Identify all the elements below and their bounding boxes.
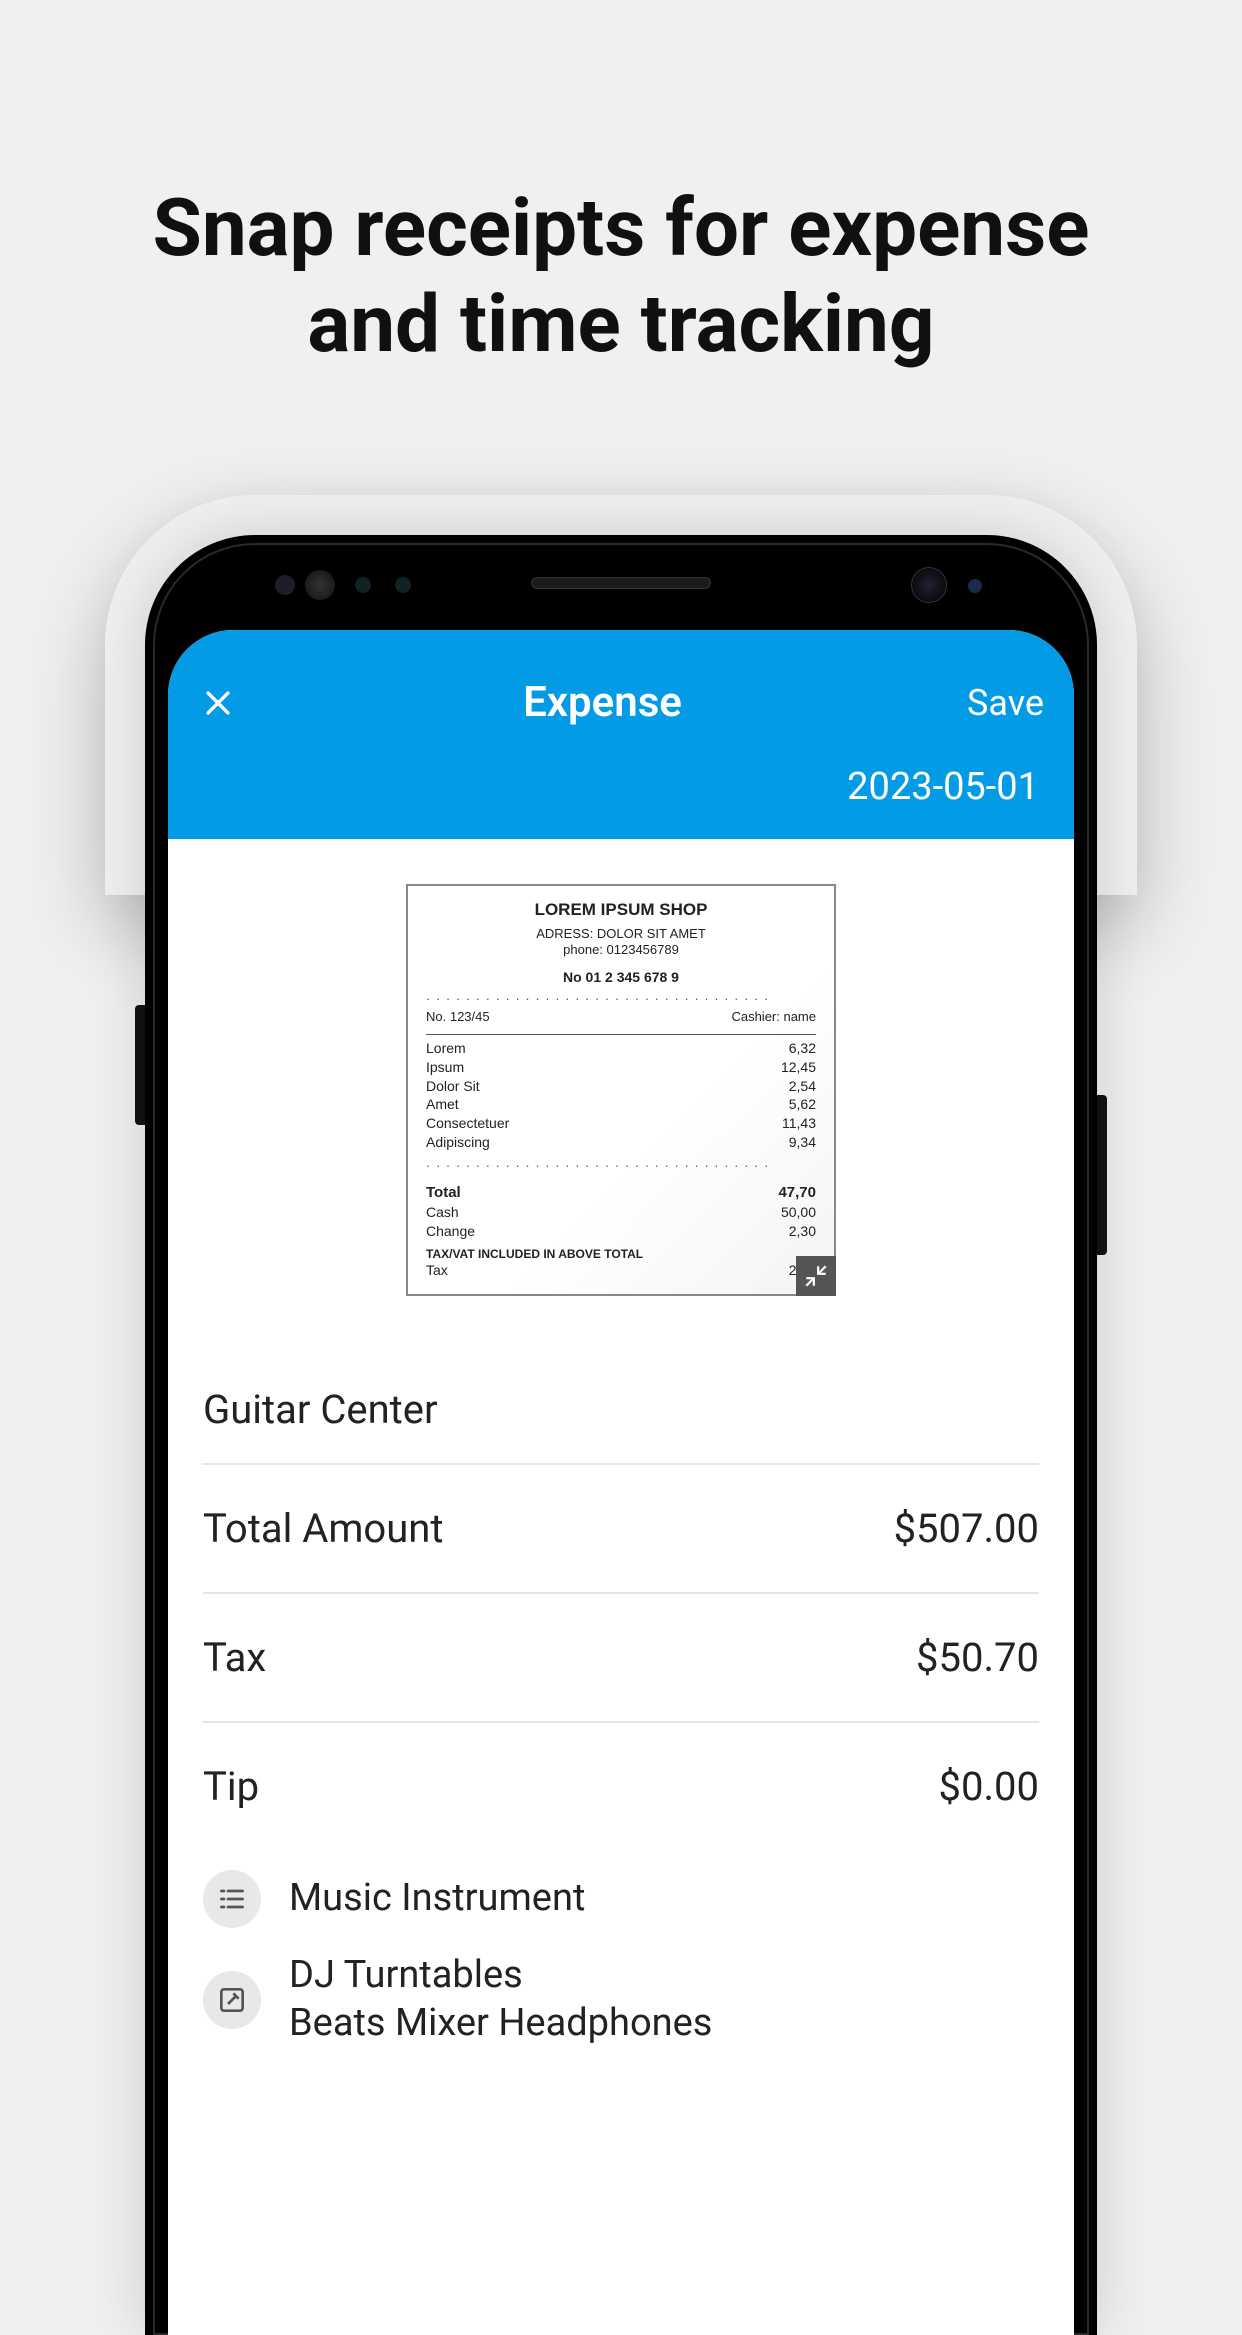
receipt-divider: · · · · · · · · · · · · · · · · · · · · … <box>426 1158 816 1173</box>
receipt-line-item: Amet5,62 <box>426 1095 816 1114</box>
expense-form: Guitar Center Total Amount $507.00 Tax $… <box>168 1336 1074 2051</box>
receipt-line-item: Lorem6,32 <box>426 1039 816 1058</box>
tip-value: $0.00 <box>939 1763 1039 1810</box>
receipt-tax-note: TAX/VAT INCLUDED IN ABOVE TOTAL <box>426 1247 816 1261</box>
receipt-address-line: ADRESS: DOLOR SIT AMET <box>536 926 706 941</box>
receipt-meta-row: No. 123/45 Cashier: name <box>426 1008 816 1026</box>
receipt-serial: No 01 2 345 678 9 <box>426 969 816 985</box>
close-button[interactable] <box>198 683 238 723</box>
expense-date[interactable]: 2023-05-01 <box>168 750 1074 839</box>
receipt-line-item: Dolor Sit2,54 <box>426 1077 816 1096</box>
app-header: Expense Save 2023-05-01 <box>168 630 1074 839</box>
description-line2: Beats Mixer Headphones <box>289 2001 712 2045</box>
tip-label: Tip <box>203 1763 259 1810</box>
description-row[interactable]: DJ Turntables Beats Mixer Headphones <box>203 1932 1039 2051</box>
category-row[interactable]: Music Instrument <box>203 1850 1039 1932</box>
sensor-led-icon <box>395 577 411 593</box>
phone-frame: Expense Save 2023-05-01 LOREM IPSUM SHOP… <box>145 535 1097 2335</box>
tax-label: Tax <box>203 1634 266 1681</box>
receipt-preview[interactable]: LOREM IPSUM SHOP ADRESS: DOLOR SIT AMET … <box>168 839 1074 1336</box>
total-amount-row[interactable]: Total Amount $507.00 <box>203 1465 1039 1594</box>
save-button[interactable]: Save <box>967 682 1044 724</box>
sensor-iris-icon <box>305 570 335 600</box>
side-button-left <box>135 1005 145 1125</box>
promo-headline-line1: Snap receipts for expense <box>153 181 1090 275</box>
screen-title: Expense <box>238 678 967 727</box>
front-camera-icon <box>911 567 947 603</box>
receipt-address: ADRESS: DOLOR SIT AMET phone: 0123456789 <box>426 926 816 957</box>
vendor-field[interactable]: Guitar Center <box>203 1336 1039 1465</box>
description-value: DJ Turntables Beats Mixer Headphones <box>289 1952 712 2047</box>
receipt-tax-row: Tax2,54 <box>426 1261 816 1280</box>
tax-row[interactable]: Tax $50.70 <box>203 1594 1039 1723</box>
receipt-cashier: Cashier: name <box>731 1008 816 1026</box>
total-amount-label: Total Amount <box>203 1505 443 1552</box>
side-button-right <box>1097 1095 1107 1255</box>
receipt-phone-line: phone: 0123456789 <box>563 942 679 957</box>
phone-notch <box>145 535 1097 630</box>
receipt-divider: · · · · · · · · · · · · · · · · · · · · … <box>426 991 816 1006</box>
total-amount-value: $507.00 <box>894 1505 1039 1552</box>
receipt-change-row: Change2,30 <box>426 1222 816 1241</box>
tax-value: $50.70 <box>916 1634 1039 1681</box>
receipt-divider <box>426 1034 816 1035</box>
receipt-total-row: Total47,70 <box>426 1183 816 1203</box>
promo-headline: Snap receipts for expense and time track… <box>0 180 1242 372</box>
description-line1: DJ Turntables <box>289 1953 523 1997</box>
receipt-line-item: Adipiscing9,34 <box>426 1133 816 1152</box>
tip-row[interactable]: Tip $0.00 <box>203 1723 1039 1850</box>
collapse-icon <box>803 1263 829 1289</box>
receipt-cash-row: Cash50,00 <box>426 1203 816 1222</box>
receipt-shop-name: LOREM IPSUM SHOP <box>426 900 816 920</box>
list-icon <box>203 1870 261 1928</box>
collapse-receipt-button[interactable] <box>796 1256 836 1296</box>
receipt-line-item: Consectetuer11,43 <box>426 1114 816 1133</box>
sensor-dot-icon <box>275 575 295 595</box>
receipt-image: LOREM IPSUM SHOP ADRESS: DOLOR SIT AMET … <box>406 884 836 1296</box>
sensor-led-icon <box>968 579 982 593</box>
receipt-line-item: Ipsum12,45 <box>426 1058 816 1077</box>
close-icon <box>201 686 235 720</box>
speaker-grill-icon <box>531 577 711 589</box>
category-value: Music Instrument <box>289 1875 585 1923</box>
receipt-order-no: No. 123/45 <box>426 1008 490 1026</box>
edit-icon <box>203 1971 261 2029</box>
promo-headline-line2: and time tracking <box>307 277 934 371</box>
sensor-led-icon <box>355 577 371 593</box>
phone-screen: Expense Save 2023-05-01 LOREM IPSUM SHOP… <box>168 630 1074 2335</box>
